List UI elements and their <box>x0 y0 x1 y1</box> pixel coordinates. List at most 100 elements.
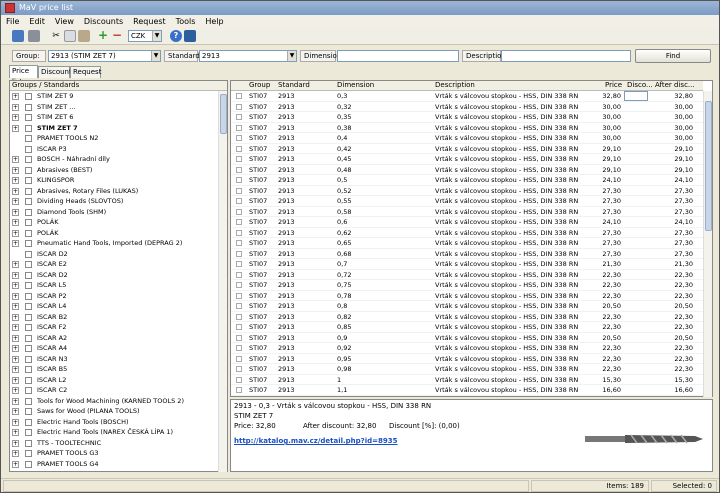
expand-icon[interactable]: + <box>12 271 19 279</box>
paste-icon[interactable] <box>78 30 90 42</box>
row-checkbox[interactable] <box>236 376 242 383</box>
tree-item[interactable]: + Dividing Heads (SLOVTOS) <box>10 196 219 207</box>
row-checkbox[interactable] <box>236 240 242 246</box>
tree-item[interactable]: + ISCAR A2 <box>10 333 219 344</box>
expand-icon[interactable]: + <box>12 439 19 447</box>
tree-checkbox[interactable] <box>25 376 32 384</box>
remove-icon[interactable]: − <box>111 29 123 42</box>
print-icon[interactable] <box>28 30 40 42</box>
tree-checkbox[interactable] <box>25 229 32 237</box>
scrollbar-thumb[interactable] <box>705 101 712 231</box>
expand-icon[interactable]: + <box>12 93 19 100</box>
table-row[interactable]: STI07 2913 1,1 Vrták s válcovou stopkou - H… <box>231 385 703 396</box>
tree-item[interactable]: + ISCAR L2 <box>10 375 219 386</box>
expand-icon[interactable]: + <box>12 198 19 205</box>
tree-item[interactable]: + Saws for Wood (PILANA TOOLS) <box>10 406 219 417</box>
tree-item[interactable]: PRAMET TOOLS N2 <box>10 133 219 144</box>
copy-icon[interactable] <box>64 30 76 42</box>
table-row[interactable]: STI07 2913 0,95 Vrták s válcovou stopkou - … <box>231 354 703 364</box>
table-row[interactable]: STI07 2913 0,65 Vrták s válcovou stopkou - … <box>231 238 703 249</box>
row-checkbox[interactable] <box>236 135 242 141</box>
tree-item[interactable]: + PRAMET TOOLS G3 <box>10 448 219 459</box>
tree-item[interactable]: + STIM ZET 9 <box>10 91 219 102</box>
expand-icon[interactable]: + <box>12 366 19 373</box>
row-checkbox[interactable] <box>236 208 242 215</box>
table-row[interactable]: STI07 2913 0,5 Vrták s válcovou stopkou - H… <box>231 175 703 186</box>
tree-item[interactable]: + ISCAR L5 <box>10 280 219 291</box>
row-checkbox[interactable] <box>236 282 242 288</box>
expand-icon[interactable]: + <box>12 261 19 268</box>
expand-icon[interactable]: + <box>12 229 19 237</box>
tree-checkbox[interactable] <box>25 93 32 100</box>
tree-item[interactable]: + Electric Hand Tools (BOSCH) <box>10 417 219 428</box>
tree-item[interactable]: + STIM ZET 6 <box>10 112 219 123</box>
table-row[interactable]: STI07 2913 0,72 Vrták s válcovou stopkou - … <box>231 270 703 280</box>
tree-checkbox[interactable] <box>25 156 32 163</box>
tree-checkbox[interactable] <box>25 429 32 436</box>
tree-item[interactable]: + Abrasives (BEST) <box>10 165 219 176</box>
dimension-input[interactable] <box>337 50 459 62</box>
tree-item[interactable]: + Pneumatic Hand Tools, Imported (DEPRAG … <box>10 238 219 249</box>
row-checkbox[interactable] <box>236 103 242 110</box>
tree-checkbox[interactable] <box>25 303 32 310</box>
col-group[interactable]: Group <box>249 81 270 90</box>
grid-scrollbar[interactable] <box>703 91 712 397</box>
row-checkbox[interactable] <box>236 313 242 320</box>
table-row[interactable]: STI07 2913 0,32 Vrták s válcovou stopkou - … <box>231 102 703 112</box>
expand-icon[interactable]: + <box>12 387 19 394</box>
table-row[interactable]: STI07 2913 0,68 Vrták s válcovou stopkou - … <box>231 249 703 259</box>
discount-input[interactable] <box>624 91 648 101</box>
tree-checkbox[interactable] <box>25 208 32 216</box>
expand-icon[interactable]: + <box>12 313 19 321</box>
tree-item[interactable]: + POLÁK <box>10 228 219 239</box>
row-checkbox[interactable] <box>236 334 242 341</box>
menu-view[interactable]: View <box>50 17 79 26</box>
table-row[interactable]: STI07 2913 0,42 Vrták s válcovou stopkou - … <box>231 144 703 154</box>
expand-icon[interactable]: + <box>12 418 19 426</box>
table-row[interactable]: STI07 2913 0,85 Vrták s válcovou stopkou - … <box>231 322 703 333</box>
tree-checkbox[interactable] <box>25 313 32 321</box>
col-after-discount[interactable]: After disc... <box>655 81 695 90</box>
tree-checkbox[interactable] <box>25 145 32 153</box>
menu-request[interactable]: Request <box>128 17 171 26</box>
col-standard[interactable]: Standard <box>278 81 310 90</box>
tree-item[interactable]: + ISCAR B2 <box>10 312 219 323</box>
tree-item[interactable]: + ISCAR P2 <box>10 291 219 302</box>
tree-checkbox[interactable] <box>25 166 32 174</box>
cut-icon[interactable]: ✂ <box>50 30 62 42</box>
tree-item[interactable]: + ISCAR D2 <box>10 270 219 281</box>
expand-icon[interactable]: + <box>12 303 19 310</box>
expand-icon[interactable]: + <box>12 114 19 121</box>
row-checkbox[interactable] <box>236 355 242 362</box>
table-row[interactable]: STI07 2913 0,82 Vrták s válcovou stopkou - … <box>231 312 703 322</box>
groups-scrollbar[interactable] <box>218 91 227 472</box>
tree-checkbox[interactable] <box>25 408 32 415</box>
expand-icon[interactable]: + <box>12 345 19 352</box>
table-row[interactable]: STI07 2913 0,6 Vrták s válcovou stopkou - H… <box>231 217 703 228</box>
table-row[interactable]: STI07 2913 0,55 Vrták s válcovou stopkou - … <box>231 196 703 207</box>
tab-discounts[interactable]: Discounts <box>38 66 75 78</box>
tree-checkbox[interactable] <box>25 355 32 363</box>
expand-icon[interactable]: + <box>12 334 19 342</box>
tree-item[interactable]: + PRAMET TOOLS G4 <box>10 459 219 470</box>
row-checkbox[interactable] <box>236 250 242 257</box>
tree-checkbox[interactable] <box>25 292 32 300</box>
row-checkbox[interactable] <box>236 345 242 351</box>
expand-icon[interactable]: + <box>12 282 19 289</box>
row-checkbox[interactable] <box>236 324 242 330</box>
table-row[interactable]: STI07 2913 0,62 Vrták s válcovou stopkou - … <box>231 228 703 238</box>
tree-checkbox[interactable] <box>25 135 32 142</box>
menu-discounts[interactable]: Discounts <box>79 17 128 26</box>
tree-checkbox[interactable] <box>25 124 32 132</box>
row-checkbox[interactable] <box>236 261 242 267</box>
tree-checkbox[interactable] <box>25 250 32 258</box>
table-row[interactable]: STI07 2913 0,48 Vrták s válcovou stopkou - … <box>231 165 703 175</box>
tab-price-list[interactable]: Price list <box>9 65 38 86</box>
expand-icon[interactable]: + <box>12 208 19 216</box>
expand-icon[interactable]: + <box>12 156 19 163</box>
expand-icon[interactable]: + <box>12 376 19 384</box>
table-row[interactable]: STI07 2913 0,98 Vrták s válcovou stopkou - … <box>231 364 703 375</box>
row-checkbox[interactable] <box>236 156 242 162</box>
expand-icon[interactable]: + <box>12 103 19 111</box>
table-row[interactable]: STI07 2913 0,9 Vrták s válcovou stopkou - H… <box>231 333 703 343</box>
